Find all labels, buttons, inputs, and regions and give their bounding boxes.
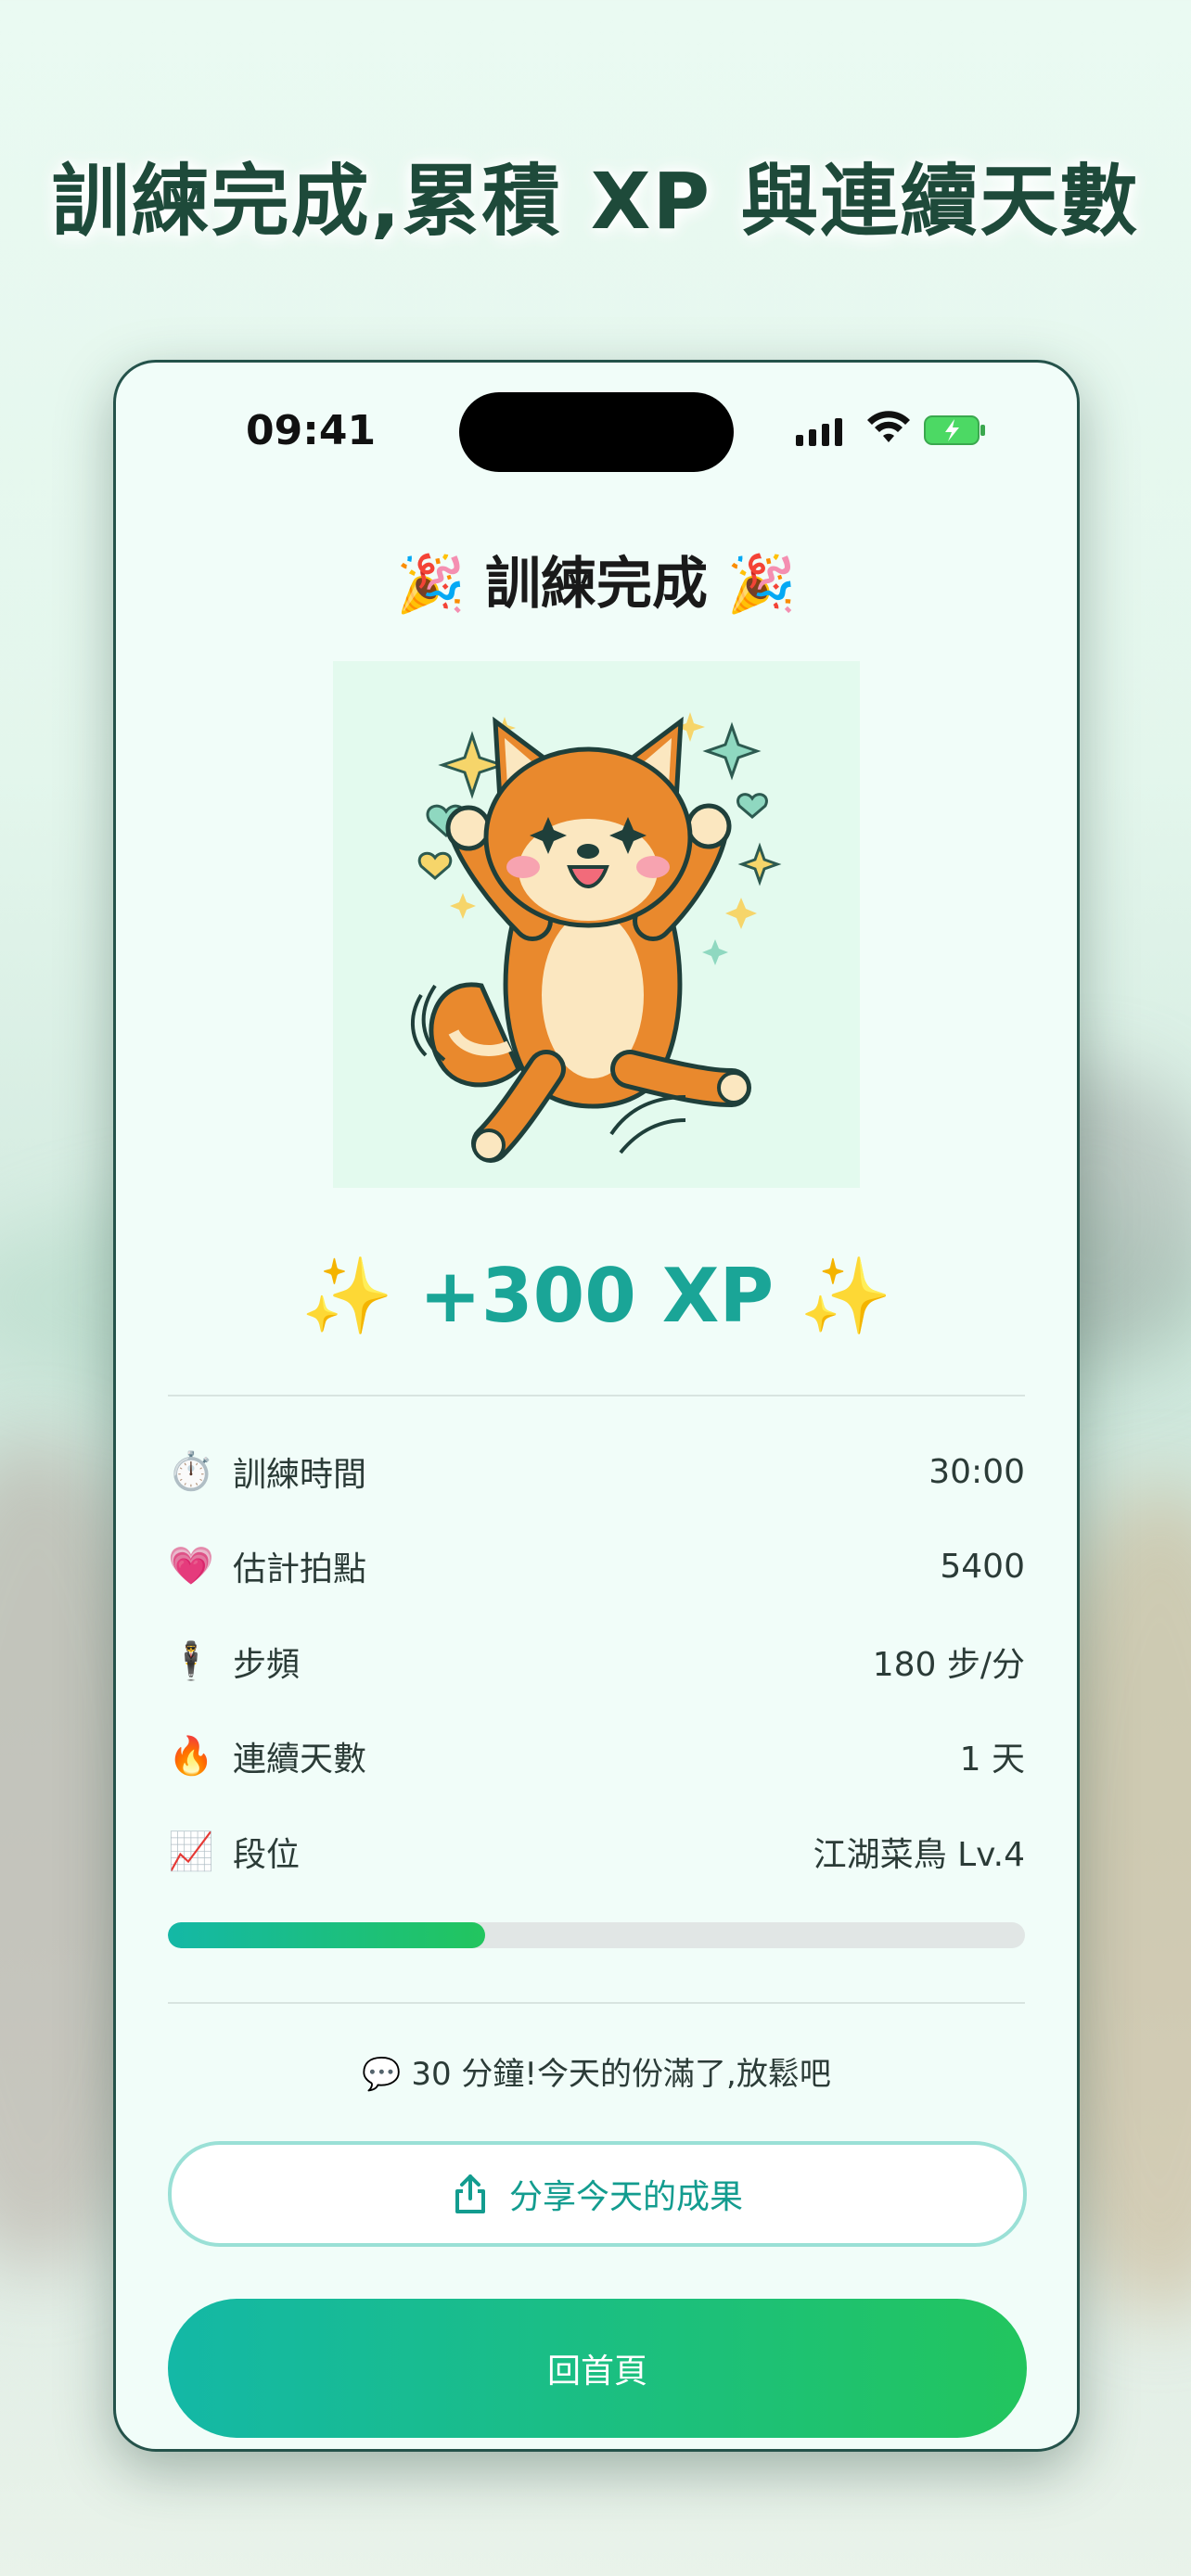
wifi-icon — [867, 411, 910, 442]
stat-training-time: ⏱️ 訓練時間 30:00 — [168, 1444, 1025, 1499]
home-button[interactable]: 回首頁 — [168, 2299, 1027, 2438]
rank-progress-fill — [168, 1922, 485, 1948]
status-time: 09:41 — [246, 407, 377, 454]
metronome-icon: 🕴 — [168, 1640, 214, 1683]
share-button-label: 分享今天的成果 — [508, 2178, 743, 2216]
xp-gained: ✨ +300 XP ✨ — [301, 1253, 892, 1339]
stat-value: 30:00 — [928, 1452, 1025, 1491]
phone-screen: 09:41 🎉 訓練完成 🎉 ✨ +300 XP ✨ ⏱️ 訓練時間 30:00… — [113, 360, 1080, 2452]
stat-value: 180 步/分 — [872, 1646, 1025, 1684]
stat-label: 訓練時間 — [233, 1456, 367, 1494]
result-title: 🎉 訓練完成 🎉 — [396, 552, 797, 617]
stat-estimated-beats: 💗 估計拍點 5400 — [168, 1538, 1025, 1594]
cellular-signal-icon — [796, 416, 842, 446]
stat-value: 1 天 — [959, 1741, 1025, 1779]
stat-streak-days: 🔥 連續天數 1 天 — [168, 1728, 1025, 1784]
stat-cadence: 🕴 步頻 180 步/分 — [168, 1634, 1025, 1690]
home-button-label: 回首頁 — [546, 2353, 647, 2391]
battery-charging-icon — [924, 415, 985, 445]
rank-progress-bar — [168, 1922, 1025, 1948]
heart-icon: 💗 — [168, 1545, 214, 1588]
fire-icon: 🔥 — [168, 1735, 214, 1778]
share-icon — [455, 2174, 485, 2213]
divider-bottom — [168, 2002, 1025, 2004]
stopwatch-icon: ⏱️ — [168, 1450, 214, 1493]
stat-label: 步頻 — [233, 1646, 301, 1684]
dynamic-island — [459, 392, 734, 472]
celebrating-shiba-illustration — [333, 661, 860, 1188]
chart-up-icon: 📈 — [168, 1830, 214, 1873]
stat-value: 5400 — [940, 1547, 1025, 1586]
stat-label: 段位 — [233, 1836, 301, 1874]
stat-rank: 📈 段位 江湖菜鳥 Lv.4 — [168, 1824, 1025, 1880]
stat-label: 連續天數 — [233, 1741, 367, 1779]
divider-top — [168, 1395, 1025, 1396]
stat-value: 江湖菜鳥 Lv.4 — [813, 1836, 1025, 1874]
share-button[interactable]: 分享今天的成果 — [168, 2141, 1027, 2247]
stat-label: 估計拍點 — [233, 1550, 367, 1588]
promo-headline: 訓練完成,累積 XP 與連續天數 — [51, 156, 1140, 247]
coach-comment: 💬 30 分鐘!今天的份滿了,放鬆吧 — [362, 2056, 831, 2093]
